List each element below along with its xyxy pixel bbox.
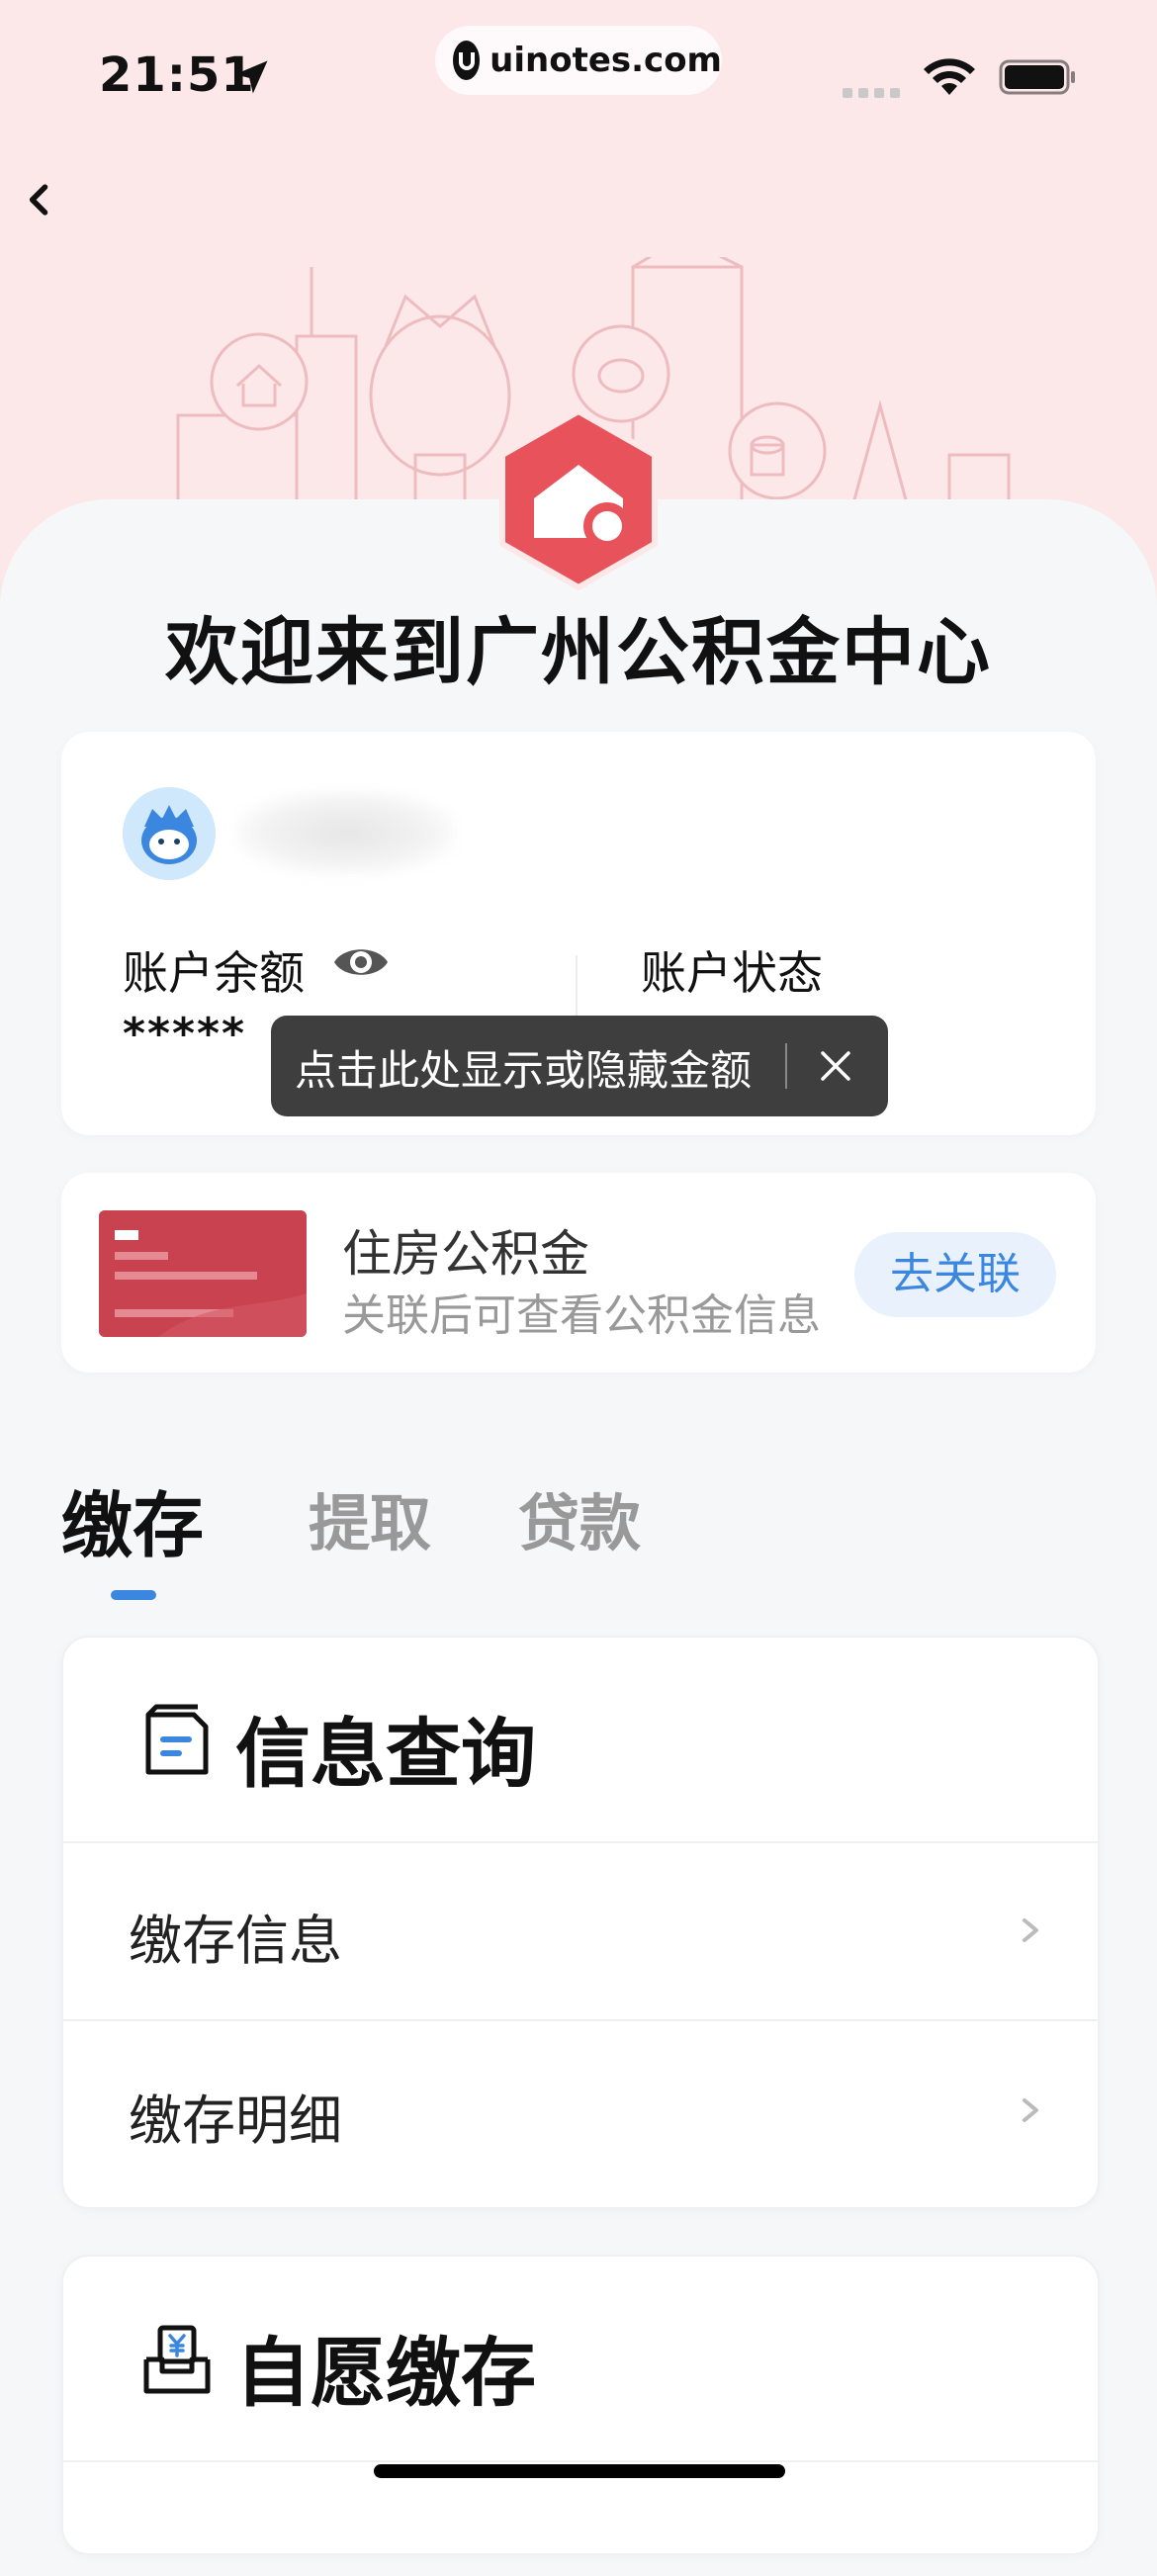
location-arrow-icon	[234, 60, 268, 94]
housing-fund-logo-icon	[499, 407, 658, 591]
url-text: uinotes.com	[490, 41, 722, 80]
section-title: 自愿缴存	[235, 2329, 536, 2417]
tab-bar: 缴存 提取 贷款	[61, 1473, 1096, 1600]
row-label: 缴存信息	[129, 1910, 342, 1972]
wifi-icon	[924, 58, 975, 95]
link-account-button[interactable]: 去关联	[854, 1232, 1056, 1317]
fund-card-image	[99, 1210, 307, 1337]
cash-box-icon	[143, 2325, 211, 2394]
tab-withdraw[interactable]: 提取	[309, 1473, 431, 1562]
tab-deposit[interactable]: 缴存	[61, 1467, 204, 1571]
chevron-right-icon	[1023, 1918, 1038, 1942]
section-header: 自愿缴存	[63, 2257, 1098, 2462]
housing-fund-card: 住房公积金 关联后可查看公积金信息 去关联	[61, 1173, 1096, 1373]
close-icon[interactable]	[815, 1045, 856, 1087]
tooltip-text: 点击此处显示或隐藏金额	[295, 1046, 753, 1095]
list-item-deposit-info[interactable]: 缴存信息	[63, 1841, 1098, 2021]
tab-loan[interactable]: 贷款	[518, 1473, 641, 1562]
voluntary-deposit-card: 自愿缴存	[61, 2255, 1100, 2555]
fund-title: 住房公积金	[342, 1225, 589, 1283]
chevron-right-icon	[1023, 2098, 1038, 2122]
active-tab-indicator	[111, 1590, 156, 1600]
url-pill[interactable]: uinotes.com	[435, 26, 722, 95]
account-status-label: 账户状态	[641, 946, 823, 1000]
back-chevron-icon[interactable]	[18, 178, 61, 222]
balance-value: *****	[123, 1009, 247, 1059]
list-item-deposit-details[interactable]: 缴存明细	[63, 2021, 1098, 2201]
avatar[interactable]	[123, 787, 216, 880]
site-logo-icon	[453, 41, 481, 80]
fund-subtitle: 关联后可查看公积金信息	[342, 1290, 821, 1341]
status-bar: 21:51 uinotes.com	[0, 0, 1157, 148]
balance-label: 账户余额	[123, 946, 305, 1000]
row-label: 缴存明细	[129, 2089, 342, 2152]
blurred-username	[237, 791, 455, 874]
section-title: 信息查询	[235, 1710, 536, 1798]
eye-icon[interactable]	[330, 939, 392, 985]
info-query-card: 信息查询 缴存信息 缴存明细	[61, 1636, 1100, 2209]
tooltip-divider	[785, 1043, 787, 1089]
document-icon	[145, 1704, 209, 1775]
home-indicator	[374, 2464, 785, 2478]
page-title: 欢迎来到广州公积金中心	[165, 610, 992, 695]
battery-icon	[999, 59, 1075, 95]
balance-toggle-tooltip: 点击此处显示或隐藏金额	[271, 1016, 888, 1116]
cellular-signal-icon	[843, 83, 906, 102]
section-header: 信息查询	[63, 1638, 1098, 1843]
